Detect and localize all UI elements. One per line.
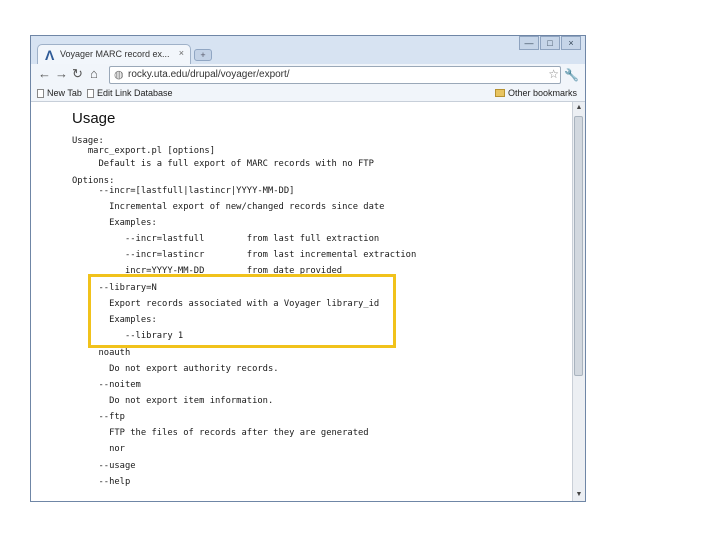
usage-line: Usage: [72,136,104,146]
wrench-menu-icon[interactable]: 🔧 [564,68,579,82]
usage-line: --noitem [72,380,141,390]
close-window-button[interactable]: × [561,36,581,50]
usage-line: Examples: [72,218,157,228]
folder-icon [494,89,505,97]
page-icon [87,89,94,98]
usage-line: nor [72,444,125,454]
forward-arrow-icon[interactable]: → [55,66,68,81]
window-controls: — □ × [518,36,581,50]
usage-line: Default is a full export of MARC records… [72,159,374,169]
bookmark-star-icon[interactable]: ☆ [548,67,559,81]
page-globe-icon: ◍ [114,69,124,81]
scrollbar-thumb[interactable] [574,116,583,376]
bookmark-new-tab[interactable]: New Tab [37,88,82,98]
minimize-button[interactable]: — [519,36,539,50]
maximize-button[interactable]: □ [540,36,560,50]
usage-line: --incr=[lastfull|lastincr|YYYY-MM-DD] [72,186,295,196]
usage-line: Incremental export of new/changed record… [72,202,385,212]
browser-window: Λ Voyager MARC record ex... × + — □ × ← … [30,35,586,502]
reload-icon[interactable]: ↻ [72,66,83,82]
usage-line: --usage [72,461,136,471]
usage-line: --ftp [72,412,125,422]
bookmark-edit-link-database[interactable]: Edit Link Database [87,88,173,98]
browser-toolbar: ← → ↻ ⌂ ◍ rocky.uta.edu/drupal/voyager/e… [31,64,585,86]
title-bar: Λ Voyager MARC record ex... × + — □ × [31,36,585,64]
scroll-down-icon[interactable]: ▼ [574,490,584,500]
usage-line: Do not export authority records. [72,364,279,374]
bookmark-label: Edit Link Database [97,88,173,98]
usage-line: noauth [72,348,131,358]
page-title: Usage [72,110,116,127]
usage-line: --incr=lastincr from last incremental ex… [72,250,417,260]
usage-line: marc_export.pl [options] [72,146,215,156]
address-bar[interactable]: ◍ rocky.uta.edu/drupal/voyager/export/ [109,66,561,84]
url-text: rocky.uta.edu/drupal/voyager/export/ [128,69,290,80]
browser-tab[interactable]: Λ Voyager MARC record ex... × [37,44,191,64]
tab-close-icon[interactable]: × [179,48,184,58]
usage-line: Do not export item information. [72,396,274,406]
home-icon[interactable]: ⌂ [90,66,98,81]
usage-line: Options: [72,176,115,186]
scroll-up-icon[interactable]: ▲ [574,103,584,113]
highlight-box [88,274,396,348]
other-bookmarks-label: Other bookmarks [507,88,577,98]
usage-line: --incr=lastfull from last full extractio… [72,234,380,244]
usage-line: FTP the files of records after they are … [72,428,369,438]
voyager-logo-icon: Λ [45,47,55,63]
new-tab-button[interactable]: + [194,49,212,61]
bookmarks-bar: New Tab Edit Link Database Other bookmar… [31,86,585,102]
page-icon [37,89,44,98]
other-bookmarks[interactable]: Other bookmarks [494,88,577,98]
bookmark-label: New Tab [47,88,82,98]
back-arrow-icon[interactable]: ← [38,66,51,81]
usage-line: --help [72,477,131,487]
vertical-scrollbar[interactable]: ▲ ▼ [572,102,585,501]
tab-title: Voyager MARC record ex... [60,49,170,59]
